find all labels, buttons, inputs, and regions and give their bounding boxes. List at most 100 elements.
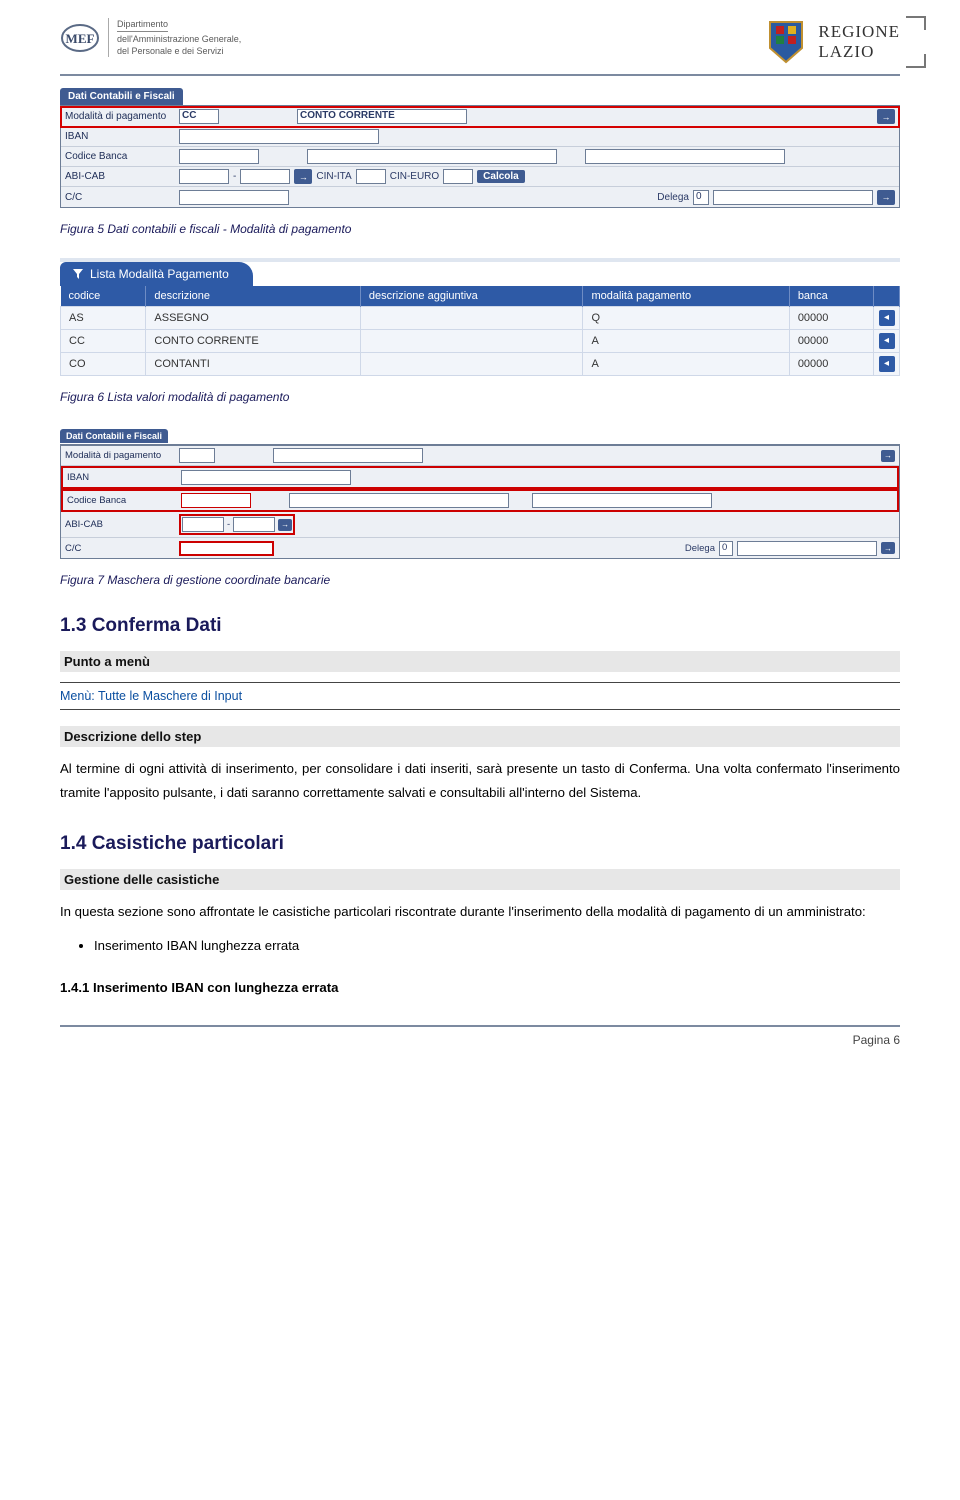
mef-dept-text: Dipartimento dell'Amministrazione Genera… — [108, 18, 241, 57]
p3-modalita-descr[interactable] — [273, 448, 423, 463]
lazio-line2: LAZIO — [818, 42, 900, 62]
p3-row-cc: C/C Delega 0 → — [61, 538, 899, 558]
p3-row-codbanca: Codice Banca — [61, 489, 899, 512]
caption-fig6: Figura 6 Lista valori modalità di pagame… — [60, 390, 900, 404]
cc-input[interactable] — [179, 190, 289, 205]
page-number: Pagina 6 — [853, 1033, 900, 1047]
sec13-paragraph: Al termine di ogni attività di inserimen… — [60, 757, 900, 805]
abicab-lookup-button[interactable]: → — [294, 169, 312, 184]
menu-path-line: Menù: Tutte le Maschere di Input — [60, 682, 900, 710]
th-codice: codice — [61, 286, 146, 307]
section-1-4-title: 1.4 Casistiche particolari — [60, 833, 900, 855]
lazio-line1: REGIONE — [818, 22, 900, 42]
lazio-text: REGIONE LAZIO — [816, 20, 900, 62]
cineuro-input[interactable] — [443, 169, 473, 184]
row-select-button[interactable]: ◂ — [879, 356, 895, 372]
modalita-lookup-button[interactable]: → — [877, 109, 895, 124]
p3-delega-descr[interactable] — [737, 541, 877, 556]
dash: - — [227, 519, 230, 530]
p3-delega-label: Delega — [685, 543, 715, 554]
iban-input[interactable] — [179, 129, 379, 144]
table-row: CC CONTO CORRENTE A 00000 ◂ — [61, 330, 900, 353]
th-agg: descrizione aggiuntiva — [360, 286, 583, 307]
p3-codbanca-d2[interactable] — [532, 493, 712, 508]
p3-row-abicab: ABI-CAB - → — [61, 512, 899, 538]
delega-descr[interactable] — [713, 190, 873, 205]
p3-modalita-code[interactable] — [179, 448, 215, 463]
lista-tab: Lista Modalità Pagamento — [60, 262, 253, 286]
p3-codbanca-label: Codice Banca — [67, 495, 177, 506]
cell-descr: ASSEGNO — [146, 307, 361, 330]
descrizione-step-label: Descrizione dello step — [60, 726, 900, 747]
abi-input[interactable] — [179, 169, 229, 184]
dash: - — [233, 171, 236, 182]
th-descr: descrizione — [146, 286, 361, 307]
iban-label: IBAN — [65, 131, 175, 142]
modalita-label: Modalità di pagamento — [65, 111, 175, 122]
svg-text:MEF: MEF — [66, 31, 95, 46]
cell-mod: A — [583, 353, 789, 376]
codbanca-descr2[interactable] — [585, 149, 785, 164]
row-select-button[interactable]: ◂ — [879, 333, 895, 349]
p3-delega-input[interactable]: 0 — [719, 541, 733, 556]
cell-mod: A — [583, 330, 789, 353]
table-row: CO CONTANTI A 00000 ◂ — [61, 353, 900, 376]
cell-descr: CONTANTI — [146, 353, 361, 376]
mef-line1: Dipartimento — [117, 18, 168, 32]
p3-delega-lookup[interactable]: → — [881, 542, 895, 554]
delega-label: Delega — [657, 192, 689, 203]
abicab-label: ABI-CAB — [65, 171, 175, 182]
lazio-block: REGIONE LAZIO — [766, 18, 900, 64]
row-select-button[interactable]: ◂ — [879, 310, 895, 326]
table-row: AS ASSEGNO Q 00000 ◂ — [61, 307, 900, 330]
p3-codbanca-d1[interactable] — [289, 493, 509, 508]
cineuro-label: CIN-EURO — [390, 171, 439, 182]
casistiche-list: Inserimento IBAN lunghezza errata — [94, 934, 900, 958]
calcola-button[interactable]: Calcola — [477, 170, 525, 183]
funnel-icon — [72, 268, 84, 280]
cell-codice: CC — [61, 330, 146, 353]
delega-lookup-button[interactable]: → — [877, 190, 895, 205]
figure-5: Dati Contabili e Fiscali Modalità di pag… — [60, 86, 900, 208]
section-1-4-1-title: 1.4.1 Inserimento IBAN con lunghezza err… — [60, 980, 900, 995]
p3-codbanca-input[interactable] — [181, 493, 251, 508]
menu-path: Menù: Tutte le Maschere di Input — [60, 689, 242, 703]
gestione-casistiche-label: Gestione delle casistiche — [60, 869, 900, 890]
list-item: Inserimento IBAN lunghezza errata — [94, 934, 900, 958]
cell-agg — [360, 307, 583, 330]
figure-6: Lista Modalità Pagamento codice descrizi… — [60, 258, 900, 376]
p3-abicab-lookup[interactable]: → — [278, 519, 292, 531]
cell-codice: AS — [61, 307, 146, 330]
row-iban: IBAN — [61, 127, 899, 147]
caption-fig5: Figura 5 Dati contabili e fiscali - Moda… — [60, 222, 900, 236]
panel1-tab: Dati Contabili e Fiscali — [60, 88, 183, 105]
header-rule — [60, 74, 900, 76]
th-banca: banca — [789, 286, 873, 307]
panel3-tab: Dati Contabili e Fiscali — [60, 429, 168, 443]
cinita-input[interactable] — [356, 169, 386, 184]
p3-cc-input[interactable] — [179, 541, 274, 556]
modalita-descr-input[interactable]: CONTO CORRENTE — [297, 109, 467, 124]
p3-cab-input[interactable] — [233, 517, 275, 532]
mef-line3: del Personale e dei Servizi — [117, 46, 224, 56]
figure-7: Dati Contabili e Fiscali Modalità di pag… — [60, 426, 900, 559]
cab-input[interactable] — [240, 169, 290, 184]
p3-modalita-lookup[interactable]: → — [881, 450, 895, 462]
p3-abi-input[interactable] — [182, 517, 224, 532]
p3-iban-input[interactable] — [181, 470, 351, 485]
cell-agg — [360, 330, 583, 353]
codbanca-descr1[interactable] — [307, 149, 557, 164]
p3-cc-label: C/C — [65, 543, 175, 554]
cc-label: C/C — [65, 192, 175, 203]
codbanca-input[interactable] — [179, 149, 259, 164]
delega-input[interactable]: 0 — [693, 190, 709, 205]
lista-title: Lista Modalità Pagamento — [90, 267, 229, 281]
mef-logo-icon: MEF — [60, 18, 100, 58]
p3-iban-label: IBAN — [67, 472, 177, 483]
modalita-code-input[interactable]: CC — [179, 109, 219, 124]
row-abicab: ABI-CAB - → CIN-ITA CIN-EURO Calcola — [61, 167, 899, 187]
cell-mod: Q — [583, 307, 789, 330]
lista-table: codice descrizione descrizione aggiuntiv… — [60, 286, 900, 376]
page-header: MEF Dipartimento dell'Amministrazione Ge… — [60, 18, 900, 64]
lazio-crest-icon — [766, 18, 806, 64]
